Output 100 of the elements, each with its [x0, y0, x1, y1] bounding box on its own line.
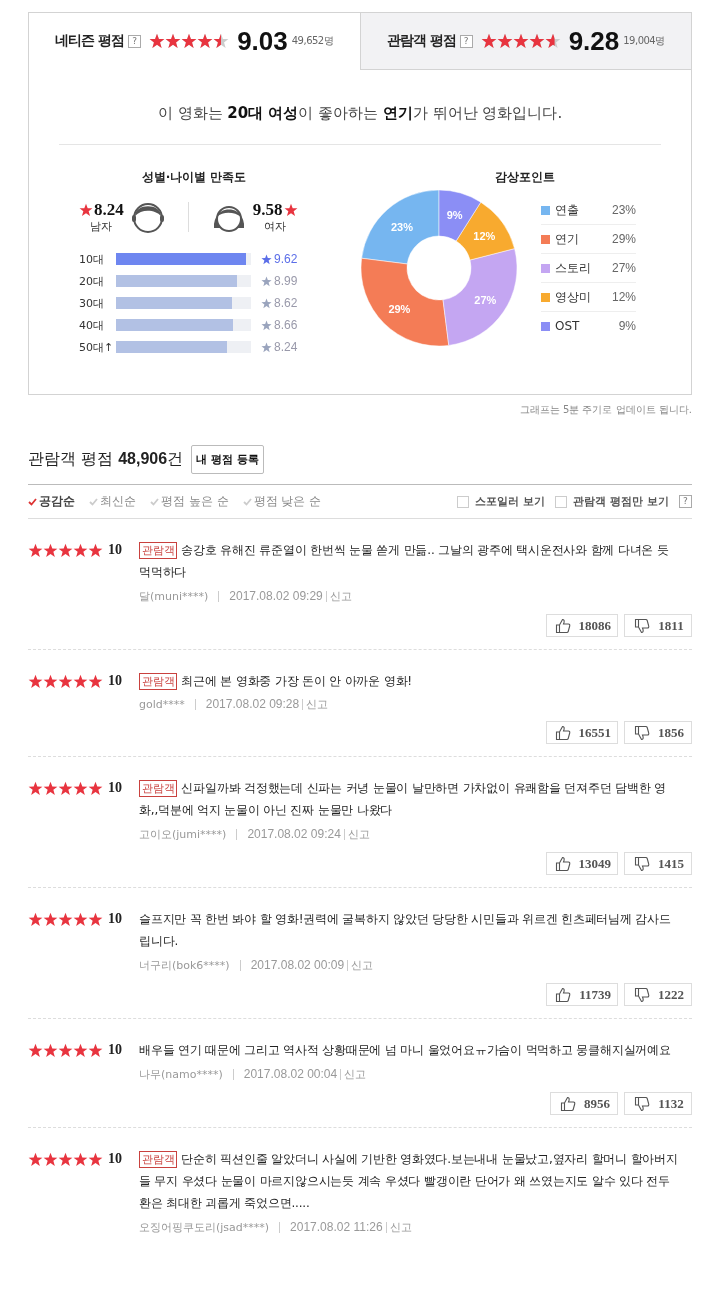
legend-label: 스토리 [555, 259, 592, 277]
star-icon [261, 253, 272, 265]
star-icon [79, 202, 93, 217]
thumbs-up-icon [554, 617, 571, 634]
checkbox[interactable] [457, 495, 470, 508]
dislike-button[interactable]: 1811 [624, 614, 692, 637]
review-text: 배우들 연기 때문에 그리고 역사적 상황때문에 넘 마니 울었어요ㅠ가슴이 먹먹하고 뭉클해지실꺼예요 [139, 1042, 672, 1059]
sort-option[interactable]: 평점 낮은 순 [253, 493, 322, 510]
thumbs-down-icon [634, 986, 650, 1003]
thumbs-up-icon [555, 986, 572, 1003]
review-score: 10 [108, 673, 122, 689]
age-label: 50대↑ [79, 339, 115, 355]
like-button[interactable]: 18086 [545, 614, 618, 637]
slice-label: 29% [388, 302, 411, 315]
review-date: 2017.08.02 11:26 [279, 1222, 383, 1233]
star-icon [261, 297, 272, 309]
review-score: 10 [108, 780, 122, 796]
legend-value: 9% [618, 319, 636, 333]
gender-label: 남자 [90, 218, 113, 234]
review-text: 관람객 단순히 픽션인줄 알았더니 사실에 기반한 영화였다.보는내내 눈물났고,옆자리 할머니 할아버지들 무지 우셨다 눈물이 마르지않으시는듯 계속 우셨다 빨갱이란 단어가 왜 쓰였는지도 알수 있다 전두환은 최대한 괴롭게 죽었으면..... [139, 1150, 679, 1212]
audience-badge: 관람객 [139, 1151, 178, 1168]
star-icon [261, 341, 272, 353]
reviews-title: 관람객 평점 48,906건 [28, 449, 184, 470]
rating-score: 9.28 [568, 25, 620, 57]
audience-badge: 관람객 [139, 780, 178, 797]
thumbs-down-icon [634, 1095, 651, 1112]
dislike-button[interactable]: 1222 [624, 983, 692, 1006]
gender-score: 8.24 [94, 200, 124, 219]
legend-value: 12% [611, 290, 636, 304]
review-author: 너구리(bok6****) [139, 958, 230, 973]
age-label: 10대 [79, 251, 105, 267]
filter-label: 관람객 평점만 보기 [573, 494, 669, 509]
check-icon [150, 497, 159, 506]
age-score: 8.66 [274, 318, 298, 332]
like-button[interactable]: 8956 [550, 1092, 618, 1115]
rating-count: 19,004명 [623, 34, 665, 48]
update-note: 그래프는 5분 주기로 업데이트 됩니다. [518, 403, 692, 417]
age-score: 8.24 [274, 340, 298, 354]
review-date: 2017.08.02 00:04 [232, 1069, 338, 1080]
legend-label: 연출 [555, 201, 580, 219]
legend-label: OST [555, 319, 581, 333]
help-icon[interactable]: ? [128, 34, 142, 48]
legend-value: 29% [611, 232, 636, 246]
thumbs-down-icon [634, 855, 650, 872]
age-score: 8.99 [274, 274, 298, 288]
like-button[interactable]: 16551 [545, 721, 618, 744]
check-icon [89, 497, 98, 506]
dislike-button[interactable]: 1415 [624, 852, 692, 875]
review-text: 관람객 최근에 본 영화중 가장 돈이 안 아까운 영화! [139, 670, 692, 692]
thumbs-up-icon [554, 724, 571, 741]
audience-badge: 관람객 [139, 673, 178, 690]
summary-sentence: 이 영화는 20대 여성이 좋아하는 연기가 뛰어난 영화입니다. [156, 104, 564, 123]
review-score: 10 [108, 1151, 122, 1167]
help-icon[interactable]: ? [459, 34, 473, 48]
age-label: 40대 [79, 317, 105, 333]
slice-label: 27% [474, 294, 497, 307]
legend-label: 연기 [555, 230, 580, 248]
dislike-button[interactable]: 1856 [624, 721, 692, 744]
age-label: 20대 [79, 273, 105, 289]
legend-label: 영상미 [555, 288, 592, 306]
review-author: 달(muni****) [139, 589, 209, 604]
review-author: 고이오(jumi****) [139, 827, 227, 842]
legend-value: 23% [611, 203, 636, 217]
help-icon[interactable]: ? [679, 495, 692, 508]
age-score: 8.62 [274, 296, 298, 310]
rating-count: 49,652명 [291, 34, 334, 48]
write-review-button[interactable]: 내 평점 등록 [191, 445, 264, 474]
section-title: 감상포인트 [494, 169, 556, 186]
checkbox[interactable] [555, 495, 568, 508]
slice-label: 12% [473, 230, 496, 243]
slice-label: 9% [446, 209, 463, 222]
sort-option[interactable]: 최신순 [100, 493, 136, 510]
age-label: 30대 [79, 295, 105, 311]
review-date: 2017.08.02 09:29 [218, 591, 323, 602]
filter-label: 스포일러 보기 [475, 494, 546, 509]
review-date: 2017.08.02 09:28 [194, 699, 300, 710]
like-button[interactable]: 11739 [546, 983, 618, 1006]
review-text: 관람객 송강호 유해진 류준열이 한번씩 눈물 쏟게 만듦.. 그날의 광주에 택시운전사와 함께 다녀온 듯 먹먹하다 [139, 541, 670, 581]
thumbs-down-icon [634, 724, 650, 741]
review-author: 나무(namo****) [139, 1067, 223, 1082]
review-author: gold**** [139, 698, 185, 711]
review-score: 10 [108, 542, 122, 558]
review-text: 관람객 신파일까봐 걱정했는데 신파는 커녕 눈물이 날만하면 가차없이 유쾌함을 던져주던 담백한 영화,,덕분에 억지 눈물이 아닌 진짜 눈물만 나왔다 [139, 779, 667, 819]
star-icon [261, 319, 272, 331]
sort-option[interactable]: 공감순 [39, 493, 75, 510]
gender-label: 여자 [264, 218, 287, 234]
review-score: 10 [108, 911, 122, 927]
check-icon [28, 497, 37, 506]
legend-value: 27% [611, 261, 636, 275]
thumbs-down-icon [634, 617, 651, 634]
audience-badge: 관람객 [139, 542, 178, 559]
sort-option[interactable]: 평점 높은 순 [161, 493, 229, 510]
star-icon [283, 202, 298, 217]
thumbs-up-icon [560, 1095, 576, 1112]
like-button[interactable]: 13049 [545, 852, 618, 875]
dislike-button[interactable]: 1132 [624, 1092, 692, 1115]
review-date: 2017.08.02 09:24 [236, 829, 341, 840]
thumbs-up-icon [554, 855, 571, 872]
rating-score: 9.03 [237, 25, 288, 57]
star-icon [261, 275, 272, 287]
